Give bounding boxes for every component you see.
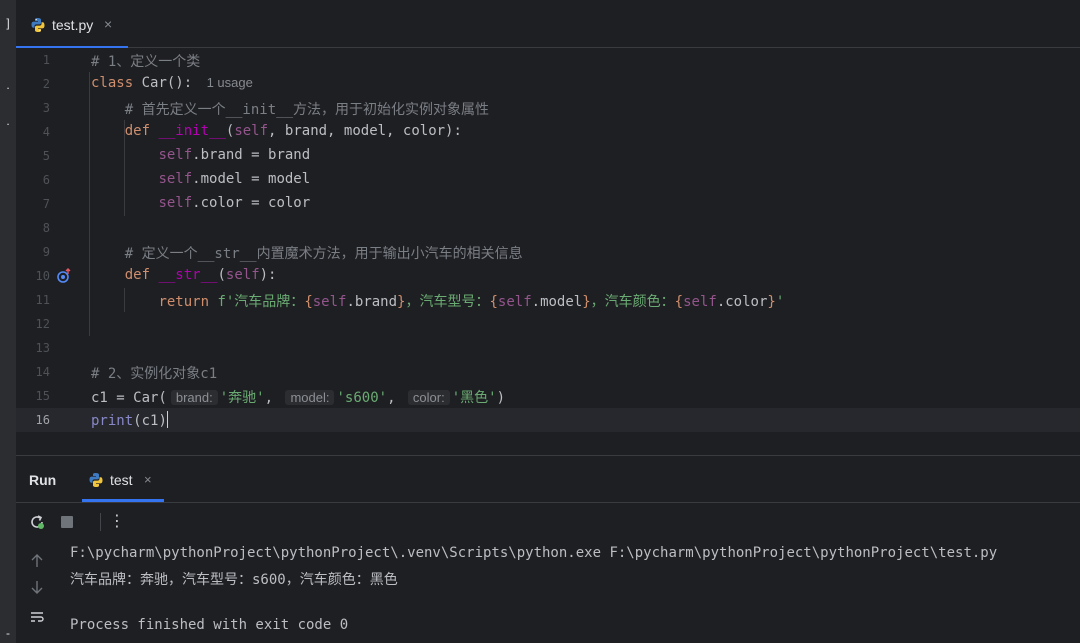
code-line-1[interactable]: 1 # 1、定义一个类	[16, 48, 1080, 72]
code-text: return f'汽车品牌：{self.brand}，汽车型号：{self.mo…	[158, 294, 785, 310]
code-line-4[interactable]: 4 def __init__(self, brand, model, color…	[16, 120, 1080, 144]
param-hint-model: model:	[285, 390, 335, 405]
code-text: # 定义一个__str__内置魔术方法，用于输出小汽车的相关信息	[91, 246, 523, 262]
text-caret	[166, 411, 168, 428]
code-text: # 1、定义一个类	[91, 54, 201, 70]
down-arrow-icon[interactable]	[28, 578, 46, 596]
line-number: 13	[35, 341, 50, 355]
python-icon	[89, 473, 103, 487]
code-text: print(c1)	[91, 411, 168, 429]
line-number: 10	[35, 269, 50, 283]
strip-dot-icon-2[interactable]: .	[0, 114, 16, 128]
code-text: def __str__(self):	[124, 267, 277, 283]
run-tab-close-icon[interactable]: ×	[144, 472, 152, 487]
rerun-icon[interactable]	[28, 513, 46, 531]
line-number: 8	[42, 221, 50, 235]
line-number: 16	[35, 413, 50, 427]
code-line-10[interactable]: 10 def __str__(self):	[16, 264, 1080, 288]
code-text: self.color = color	[158, 195, 311, 211]
code-line-13[interactable]: 13	[16, 336, 1080, 360]
run-tab-label: test	[110, 472, 133, 488]
code-editor[interactable]: 1 # 1、定义一个类 2 class Car(): 1 usage 3 # 首…	[16, 48, 1080, 455]
run-toolbar: ⋮	[16, 502, 1080, 540]
line-number: 12	[35, 317, 50, 331]
stop-icon[interactable]	[58, 513, 76, 531]
code-text: c1 = Car(brand: '奔驰', model:'s600', color…	[91, 390, 506, 406]
code-text: def __init__(self, brand, model, color):	[124, 123, 462, 139]
line-number: 3	[42, 101, 50, 115]
strip-dash-icon[interactable]: -	[0, 626, 16, 640]
code-line-12[interactable]: 12	[16, 312, 1080, 336]
code-text: class Car(): 1 usage	[91, 75, 253, 91]
line-number: 15	[35, 389, 50, 403]
code-line-7[interactable]: 7 self.color = color	[16, 192, 1080, 216]
line-number: 4	[42, 125, 50, 139]
code-line-2[interactable]: 2 class Car(): 1 usage	[16, 72, 1080, 96]
console-line-exit: Process finished with exit code 0	[70, 617, 349, 633]
toolbar-separator	[100, 513, 101, 531]
code-line-9[interactable]: 9 # 定义一个__str__内置魔术方法，用于输出小汽车的相关信息	[16, 240, 1080, 264]
console-line-output: 汽车品牌：奔驰，汽车型号：s600，汽车颜色：黑色	[70, 572, 398, 588]
run-panel-header: Run test ×	[16, 456, 1080, 502]
run-panel: Run test × ⋮ F:\pycharm\pythonProject\py…	[16, 455, 1080, 643]
code-line-15[interactable]: 15 c1 = Car(brand: '奔驰', model:'s600', co…	[16, 384, 1080, 408]
up-arrow-icon[interactable]	[28, 552, 46, 570]
strip-bracket-icon[interactable]: ]	[0, 16, 16, 30]
strip-dot-icon[interactable]: .	[0, 78, 16, 92]
line-number: 1	[42, 53, 50, 67]
param-hint-brand: brand:	[170, 390, 218, 405]
code-line-11[interactable]: 11 return f'汽车品牌：{self.brand}，汽车型号：{self…	[16, 288, 1080, 312]
line-number: 14	[35, 365, 50, 379]
line-number: 9	[42, 245, 50, 259]
tab-title: test.py	[52, 17, 94, 33]
override-icon[interactable]	[56, 268, 72, 284]
code-line-5[interactable]: 5 self.brand = brand	[16, 144, 1080, 168]
code-text: # 首先定义一个__init__方法，用于初始化实例对象属性	[91, 102, 490, 118]
code-text: self.brand = brand	[158, 147, 311, 163]
code-line-6[interactable]: 6 self.model = model	[16, 168, 1080, 192]
run-panel-title: Run	[29, 472, 57, 488]
code-text: self.model = model	[158, 171, 311, 187]
param-hint-color: color:	[407, 390, 450, 405]
console-line-command: F:\pycharm\pythonProject\pythonProject\.…	[70, 545, 998, 561]
python-icon	[31, 18, 45, 32]
left-tool-strip: ] . . -	[0, 0, 16, 643]
line-number: 5	[42, 149, 50, 163]
line-number: 11	[35, 293, 50, 307]
tab-close-icon[interactable]: ×	[104, 16, 112, 32]
soft-wrap-icon[interactable]	[28, 608, 46, 626]
line-number: 7	[42, 197, 50, 211]
code-line-16[interactable]: 16 print(c1)	[16, 408, 1080, 432]
code-line-3[interactable]: 3 # 首先定义一个__init__方法，用于初始化实例对象属性	[16, 96, 1080, 120]
code-line-8[interactable]: 8	[16, 216, 1080, 240]
tab-test-py[interactable]: test.py ×	[16, 0, 128, 49]
editor-tab-bar: test.py ×	[16, 0, 1080, 49]
line-number: 2	[42, 77, 50, 91]
code-line-14[interactable]: 14 # 2、实例化对象c1	[16, 360, 1080, 384]
code-text: # 2、实例化对象c1	[91, 366, 218, 382]
line-number: 6	[42, 173, 50, 187]
more-icon[interactable]: ⋮	[108, 511, 126, 530]
usage-hint[interactable]: 1 usage	[207, 75, 253, 90]
run-tab-test[interactable]: test ×	[82, 456, 164, 502]
